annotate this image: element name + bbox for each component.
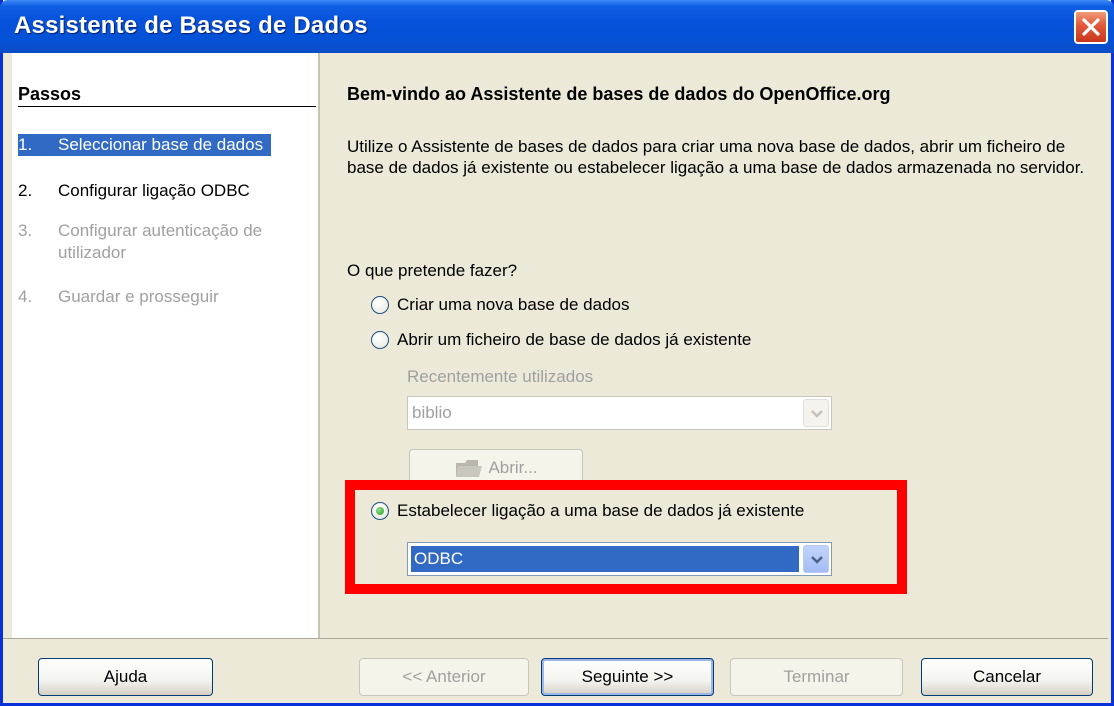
open-button-label: Abrir... (488, 458, 538, 477)
step-configure-odbc[interactable]: 2. Configurar ligação ODBC (18, 180, 250, 202)
create-radio[interactable] (371, 296, 389, 314)
page-title: Bem-vindo ao Assistente de bases de dado… (347, 84, 891, 104)
recently-used-label: Recentemente utilizados (407, 367, 594, 386)
next-button[interactable]: Seguinte >> (541, 658, 714, 696)
close-icon (1082, 18, 1100, 36)
step-label: Seleccionar base de dados (58, 135, 264, 154)
finish-button: Terminar (730, 658, 903, 696)
recently-used-dropdown: biblio (407, 396, 832, 430)
page-description: Utilize o Assistente de bases de dados p… (347, 137, 1085, 177)
question-label: O que pretende fazer? (347, 261, 518, 280)
step-select-database[interactable]: 1. Seleccionar base de dados (18, 134, 272, 156)
steps-heading: Passos (18, 84, 82, 104)
chevron-down-icon (811, 410, 823, 418)
option-open-existing-file[interactable]: Abrir um ficheiro de base de dados já ex… (371, 330, 751, 350)
option-create-new-database[interactable]: Criar uma nova base de dados (371, 295, 629, 315)
step-number: 4. (18, 287, 33, 306)
folder-icon (456, 460, 483, 477)
step-label: Guardar e prosseguir (58, 287, 219, 306)
step-configure-authentication: 3. Configurar autenticação de utilizador (18, 220, 308, 264)
create-option-label: Criar uma nova base de dados (397, 295, 630, 314)
window-title: Assistente de Bases de Dados (14, 12, 368, 39)
next-button-label: Seguinte >> (581, 667, 674, 686)
step-number: 3. (18, 221, 33, 240)
open-option-label: Abrir um ficheiro de base de dados já ex… (397, 330, 752, 349)
recently-used-value: biblio (412, 403, 452, 422)
step-save-and-proceed: 4. Guardar e prosseguir (18, 286, 219, 308)
finish-button-label: Terminar (783, 667, 850, 686)
step-number: 2. (18, 181, 33, 200)
dropdown-arrow (803, 399, 829, 427)
step-label: Configurar ligação ODBC (58, 181, 250, 200)
panel-divider (318, 53, 320, 638)
footer-divider (3, 638, 1108, 639)
step-label: Configurar autenticação de utilizador (58, 221, 263, 262)
title-bar[interactable]: Assistente de Bases de Dados (0, 0, 1114, 53)
cancel-button-label: Cancelar (972, 667, 1042, 686)
open-radio[interactable] (371, 331, 389, 349)
close-button[interactable] (1074, 10, 1108, 44)
steps-heading-rule (18, 106, 316, 107)
cancel-button[interactable]: Cancelar (921, 658, 1093, 696)
back-button: << Anterior (359, 658, 529, 696)
help-button[interactable]: Ajuda (38, 658, 213, 696)
help-button-label: Ajuda (103, 667, 148, 686)
highlight-annotation (345, 480, 907, 594)
back-button-label: << Anterior (402, 667, 486, 686)
step-number: 1. (18, 135, 33, 154)
